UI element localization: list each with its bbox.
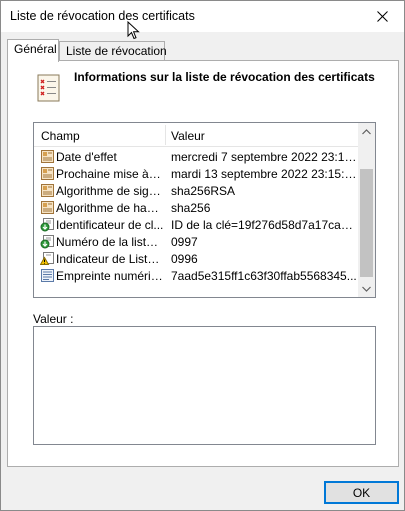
row-value: 7aad5e315ff1c63f30ffab5568345... [171,269,357,283]
row-value: mardi 13 septembre 2022 23:15:30 [171,167,357,181]
list-row[interactable]: Indicateur de Liste ... 0996 [34,250,359,267]
certificate-revocation-list-icon [37,74,60,102]
extension-download-icon [40,217,55,232]
row-field: Algorithme de signa... [56,184,164,198]
list-row[interactable]: Algorithme de hach... sha256 [34,199,359,216]
list-row[interactable]: Date d'effet mercredi 7 septembre 2022 23… [34,148,359,165]
row-field: Algorithme de hach... [56,201,164,215]
general-tab-panel: Informations sur la liste de révocation … [7,60,399,467]
window-title: Liste de révocation des certificats [10,9,195,23]
property-doc-icon [40,166,55,181]
mouse-cursor-icon [127,21,140,40]
row-field: Date d'effet [56,150,117,164]
value-label: Valeur : [33,312,74,326]
row-field: Indicateur de Liste ... [56,252,164,266]
row-value: sha256 [171,201,211,215]
close-button[interactable] [360,1,404,32]
warning-extension-icon [39,251,55,266]
property-doc-icon [40,200,55,215]
row-value: ID de la clé=19f276d58d7a17ca82... [171,218,357,232]
thumbprint-icon [40,268,55,283]
chevron-down-icon [362,286,371,292]
scrollbar-thumb[interactable] [360,169,373,277]
list-row[interactable]: Numéro de la liste d... 0997 [34,233,359,250]
scroll-down-button[interactable] [358,280,375,297]
header-title: Informations sur la liste de révocation … [74,70,375,84]
scroll-up-button[interactable] [358,123,375,140]
tab-general[interactable]: Général [7,39,59,62]
row-value: 0997 [171,235,198,249]
row-field: Numéro de la liste d... [56,235,164,249]
list-rows: Date d'effet mercredi 7 septembre 2022 23… [34,148,359,284]
close-icon [376,11,388,22]
details-list[interactable]: Champ Valeur Date d'effet mercredi 7 sept… [33,122,376,298]
list-row[interactable]: Prochaine mise à jour mardi 13 septembre … [34,165,359,182]
list-row[interactable]: Algorithme de signa... sha256RSA [34,182,359,199]
list-scrollbar[interactable] [358,123,375,297]
row-field: Empreinte numérique [56,269,164,283]
ok-button[interactable]: OK [324,481,399,504]
value-textbox[interactable] [33,326,376,445]
list-row[interactable]: Identificateur de cl... ID de la clé=19f2… [34,216,359,233]
chevron-up-icon [362,128,371,134]
row-field: Identificateur de cl... [56,218,164,232]
row-field: Prochaine mise à jour [56,167,164,181]
list-row[interactable]: Empreinte numérique 7aad5e315ff1c63f30ffa… [34,267,359,284]
row-value: mercredi 7 septembre 2022 23:15:30 [171,150,357,164]
row-value: sha256RSA [171,184,236,198]
property-doc-icon [40,183,55,198]
tab-revocation-list[interactable]: Liste de révocation [59,41,167,61]
column-separator[interactable] [165,125,166,145]
list-header: Champ Valeur [34,123,359,147]
column-header-valeur[interactable]: Valeur [171,129,205,143]
row-value: 0996 [171,252,198,266]
title-bar[interactable]: Liste de révocation des certificats [1,1,404,32]
column-header-champ[interactable]: Champ [41,129,80,143]
extension-download-icon [40,234,55,249]
property-doc-icon [40,149,55,164]
dialog-window: Liste de révocation des certificats Géné… [0,0,405,511]
